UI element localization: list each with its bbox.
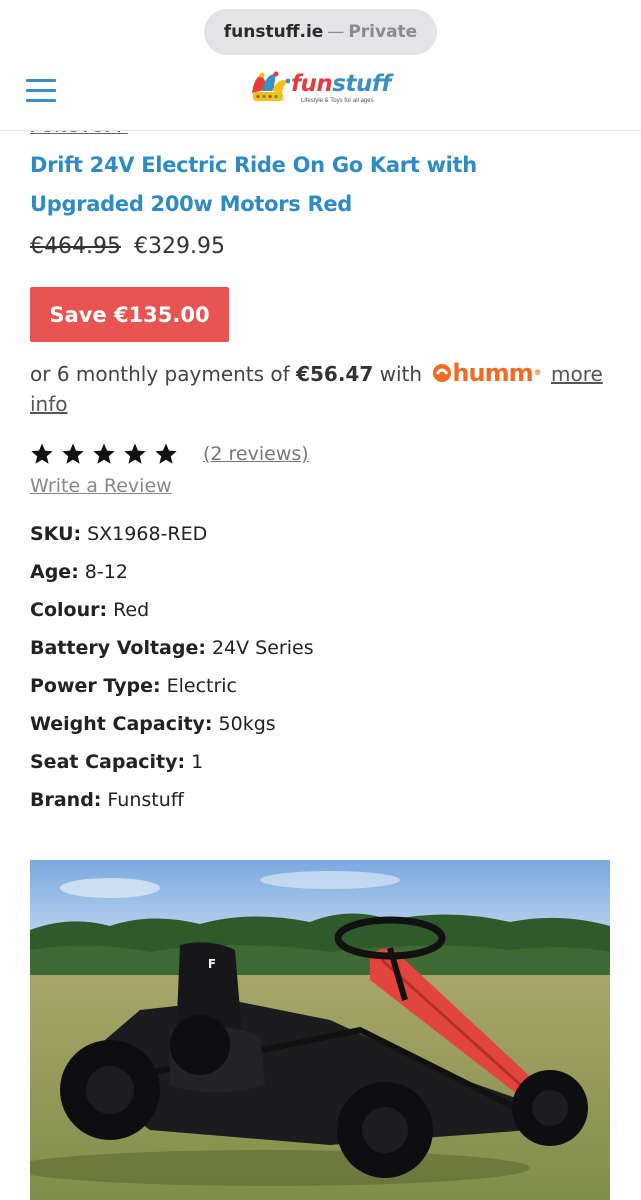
logo-tagline: Lifestyle & Toys for all ages xyxy=(301,98,374,104)
spec-value: 50kgs xyxy=(218,713,276,735)
original-price: €464.95 xyxy=(30,234,121,259)
star-icon xyxy=(31,443,53,464)
installment-prefix: or 6 monthly payments of xyxy=(30,362,290,386)
private-mode-label: Private xyxy=(348,22,418,42)
product-image[interactable]: F xyxy=(30,860,610,1200)
spec-key: Brand: xyxy=(30,789,102,811)
site-header: funstuff Lifestyle & Toys for all ages xyxy=(0,55,641,131)
sale-price: €329.95 xyxy=(133,234,225,259)
spec-key: Seat Capacity: xyxy=(30,751,186,773)
star-icon xyxy=(62,443,84,464)
installment-info: or 6 monthly payments of €56.47 with hum… xyxy=(30,358,615,419)
spec-key: Colour: xyxy=(30,599,108,621)
browser-url-bar[interactable]: funstuff.ie — Private xyxy=(204,9,437,55)
spec-key: SKU: xyxy=(30,523,82,545)
product-title: Drift 24V Electric Ride On Go Kart with … xyxy=(30,153,477,216)
spec-value: Electric xyxy=(166,675,237,697)
spec-value: Red xyxy=(113,599,150,621)
svg-text:F: F xyxy=(208,957,216,971)
spec-key: Weight Capacity: xyxy=(30,713,213,735)
jester-hat-logo-icon xyxy=(252,71,290,101)
spec-row: Battery Voltage: 24V Series xyxy=(30,634,314,672)
savings-badge: Save €135.00 xyxy=(30,287,229,342)
spec-key: Battery Voltage: xyxy=(30,637,206,659)
spec-row: Age: 8-12 xyxy=(30,558,314,596)
url-domain: funstuff.ie xyxy=(223,22,324,42)
installment-amount: €56.47 xyxy=(296,362,374,386)
go-kart-photo: F xyxy=(30,860,610,1200)
write-review-link[interactable]: Write a Review xyxy=(30,475,172,497)
spec-key: Age: xyxy=(30,561,79,583)
logo-wordmark: funstuff xyxy=(291,71,391,97)
spec-value: Funstuff xyxy=(107,789,184,811)
spec-key: Power Type: xyxy=(30,675,161,697)
spec-value: 24V Series xyxy=(211,637,314,659)
url-separator: — xyxy=(327,22,345,42)
star-icon xyxy=(155,443,177,464)
price-row: €464.95 €329.95 xyxy=(30,234,225,259)
spec-row: Colour: Red xyxy=(30,596,314,634)
spec-row: Power Type: Electric xyxy=(30,672,314,710)
hamburger-menu-icon[interactable] xyxy=(26,79,56,103)
star-icon xyxy=(124,443,146,464)
star-icon xyxy=(93,443,115,464)
spec-row: Brand: Funstuff xyxy=(30,786,314,824)
reviews-link[interactable]: (2 reviews) xyxy=(203,443,309,465)
spec-row: Weight Capacity: 50kgs xyxy=(30,710,314,748)
star-rating xyxy=(30,442,185,466)
spec-value: 8-12 xyxy=(84,561,128,583)
humm-logo-icon: humm ® xyxy=(432,358,542,388)
spec-row: Seat Capacity: 1 xyxy=(30,748,314,786)
site-logo[interactable]: funstuff Lifestyle & Toys for all ages xyxy=(248,71,398,117)
rating-row: (2 reviews) xyxy=(30,442,309,466)
spec-value: 1 xyxy=(191,751,204,773)
spec-row: SKU: SX1968-RED xyxy=(30,520,314,558)
spec-value: SX1968-RED xyxy=(87,523,208,545)
product-specs: SKU: SX1968-RED Age: 8-12 Colour: Red Battery … xyxy=(30,520,314,824)
installment-with: with xyxy=(379,362,423,386)
